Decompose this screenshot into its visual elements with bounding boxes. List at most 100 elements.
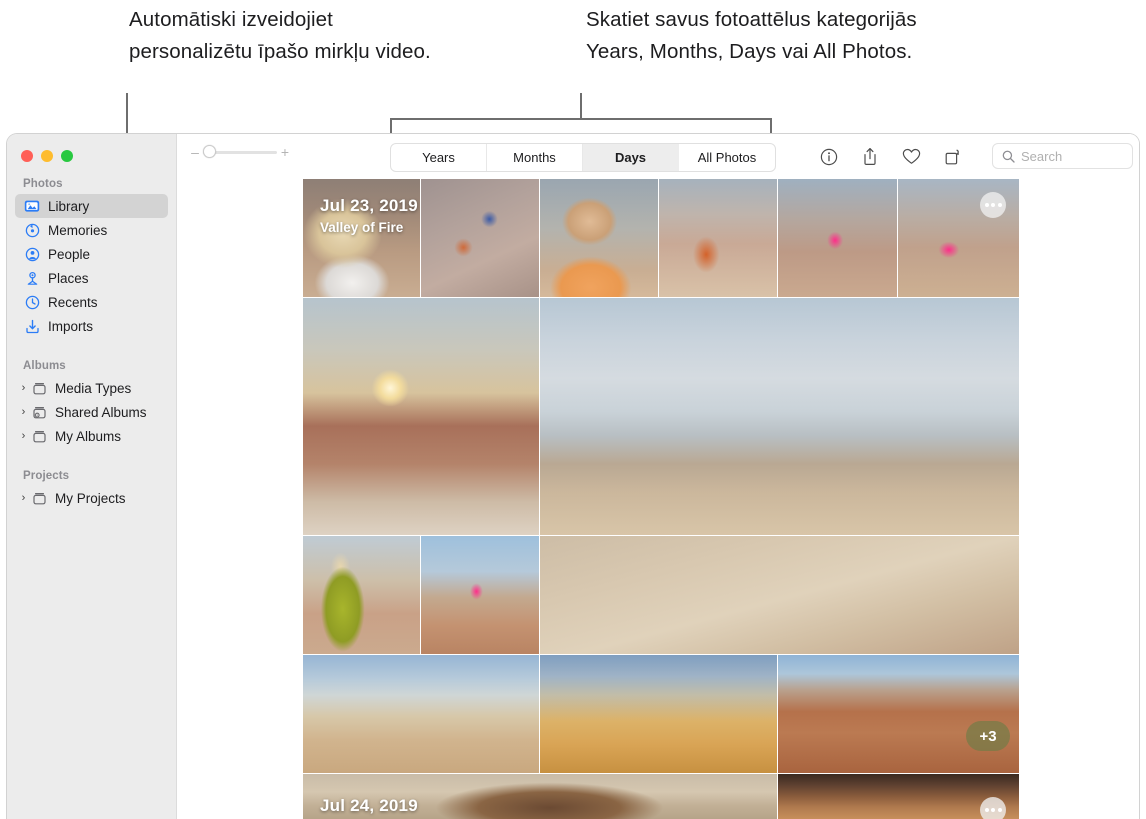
chevron-right-icon[interactable]: › xyxy=(17,431,30,442)
search-input[interactable]: Search xyxy=(1021,149,1062,164)
callout-right-leader-vertical xyxy=(580,93,582,119)
sidebar-item-imports[interactable]: Imports xyxy=(15,314,168,338)
close-button[interactable] xyxy=(21,150,33,162)
chevron-right-icon[interactable]: › xyxy=(17,383,30,394)
sidebar-item-my-albums[interactable]: › My Albums xyxy=(15,424,168,448)
sidebar-item-label: My Albums xyxy=(55,429,121,444)
imports-icon xyxy=(23,318,41,334)
photo-grid[interactable]: Jul 23, 2019 Valley of Fire xyxy=(303,179,1019,819)
sidebar-item-label: Imports xyxy=(48,319,93,334)
photo-portrait-orange[interactable] xyxy=(540,179,659,298)
search-icon xyxy=(1002,150,1015,163)
photo-sitting-orange[interactable] xyxy=(659,179,778,298)
photo-slickrock[interactable] xyxy=(540,536,1019,655)
tab-all-photos[interactable]: All Photos xyxy=(679,144,775,171)
grid-row: +3 xyxy=(303,655,1019,774)
grid-row: Jul 23, 2019 Valley of Fire xyxy=(303,179,1019,298)
photo-thumbnail xyxy=(778,179,897,297)
photos-app-window: Photos Library xyxy=(6,133,1140,819)
more-options-button[interactable] xyxy=(980,797,1006,819)
toolbar: – + Years Months Days All Photos xyxy=(177,134,1139,179)
day-date: Jul 24, 2019 xyxy=(320,796,418,816)
callout-right-bracket-right-tick xyxy=(770,118,772,134)
grid-row xyxy=(303,298,1019,536)
sidebar-item-library[interactable]: Library xyxy=(15,194,168,218)
photo-thumbnail xyxy=(303,536,420,654)
tab-days[interactable]: Days xyxy=(583,144,679,171)
zoom-slider-track[interactable] xyxy=(203,151,277,154)
grid-row xyxy=(303,536,1019,655)
sidebar-item-places[interactable]: Places xyxy=(15,266,168,290)
screenshot-root: Automātiski izveidojiet personalizētu īp… xyxy=(0,0,1146,819)
shared-album-icon xyxy=(30,404,48,420)
info-icon[interactable] xyxy=(818,146,840,168)
zoom-slider-knob[interactable] xyxy=(203,145,216,158)
sidebar-item-media-types[interactable]: › Media Types xyxy=(15,376,168,400)
sidebar-item-label: Places xyxy=(48,271,89,286)
people-icon xyxy=(23,246,41,262)
zoom-slider[interactable]: – + xyxy=(190,145,290,159)
photo-thumbnail xyxy=(303,655,539,773)
album-icon xyxy=(30,428,48,444)
tab-years[interactable]: Years xyxy=(391,144,487,171)
photo-ridge-hiker-2[interactable] xyxy=(540,655,778,774)
sidebar-section-projects-title: Projects xyxy=(7,464,176,486)
view-mode-segmented-control[interactable]: Years Months Days All Photos xyxy=(390,143,776,172)
photo-sunset[interactable] xyxy=(303,298,540,536)
sidebar-item-label: Shared Albums xyxy=(55,405,147,420)
photo-thumbnail xyxy=(303,298,539,535)
photo-thumbnail xyxy=(540,179,658,297)
favorite-heart-icon[interactable] xyxy=(900,146,922,168)
photo-thumbnail xyxy=(540,655,777,773)
photo-thumbnail xyxy=(540,298,1019,535)
day-place: Valley of Fire xyxy=(320,220,418,235)
album-icon xyxy=(30,380,48,396)
callout-right-bracket-left-tick xyxy=(390,118,392,134)
sidebar: Photos Library xyxy=(7,134,177,819)
photo-thumbnail xyxy=(778,655,1019,773)
sidebar-item-label: Recents xyxy=(48,295,98,310)
sidebar-item-memories[interactable]: Memories xyxy=(15,218,168,242)
library-icon xyxy=(23,198,41,214)
rotate-icon[interactable] xyxy=(941,146,963,168)
search-field[interactable]: Search xyxy=(992,143,1133,169)
day-header: Jul 24, 2019 xyxy=(320,796,418,816)
sidebar-section-albums-title: Albums xyxy=(7,354,176,376)
sidebar-item-people[interactable]: People xyxy=(15,242,168,266)
sidebar-item-shared-albums[interactable]: › Shared Albums xyxy=(15,400,168,424)
callout-right-text: Skatiet savus fotoattēlus kategorijās Ye… xyxy=(586,4,966,68)
photo-hair-closeup[interactable]: Jul 24, 2019 xyxy=(303,774,778,819)
photo-thumbnail xyxy=(540,536,1019,654)
day-date: Jul 23, 2019 xyxy=(320,196,418,216)
photo-walking-pink[interactable] xyxy=(421,536,540,655)
sidebar-item-recents[interactable]: Recents xyxy=(15,290,168,314)
chevron-right-icon[interactable]: › xyxy=(17,493,30,504)
sidebar-item-label: My Projects xyxy=(55,491,126,506)
photo-canyon-wall[interactable] xyxy=(778,774,1019,819)
zoom-button[interactable] xyxy=(61,150,73,162)
photo-sitting-rock[interactable] xyxy=(898,179,1019,298)
minimize-button[interactable] xyxy=(41,150,53,162)
photo-portrait-blonde[interactable]: Jul 23, 2019 Valley of Fire xyxy=(303,179,421,298)
grid-row: Jul 24, 2019 xyxy=(303,774,1019,819)
zoom-out-icon[interactable]: – xyxy=(190,145,200,159)
photo-climbers[interactable] xyxy=(421,179,540,298)
photo-cliff-walker[interactable] xyxy=(540,298,1019,536)
photo-thumbnail xyxy=(659,179,777,297)
photo-canyon-road[interactable]: +3 xyxy=(778,655,1019,774)
day-header: Jul 23, 2019 Valley of Fire xyxy=(320,196,418,235)
memories-icon xyxy=(23,222,41,238)
photo-ridge-hiker-1[interactable] xyxy=(303,655,540,774)
more-options-button[interactable] xyxy=(980,192,1006,218)
share-icon[interactable] xyxy=(859,146,881,168)
tab-months[interactable]: Months xyxy=(487,144,583,171)
places-icon xyxy=(23,270,41,286)
sidebar-item-my-projects[interactable]: › My Projects xyxy=(15,486,168,510)
sidebar-item-label: Library xyxy=(48,199,89,214)
photo-standing-pink[interactable] xyxy=(778,179,898,298)
additional-photos-badge[interactable]: +3 xyxy=(966,721,1010,751)
photo-green-jacket[interactable] xyxy=(303,536,421,655)
chevron-right-icon[interactable]: › xyxy=(17,407,30,418)
zoom-in-icon[interactable]: + xyxy=(280,145,290,159)
album-icon xyxy=(30,490,48,506)
